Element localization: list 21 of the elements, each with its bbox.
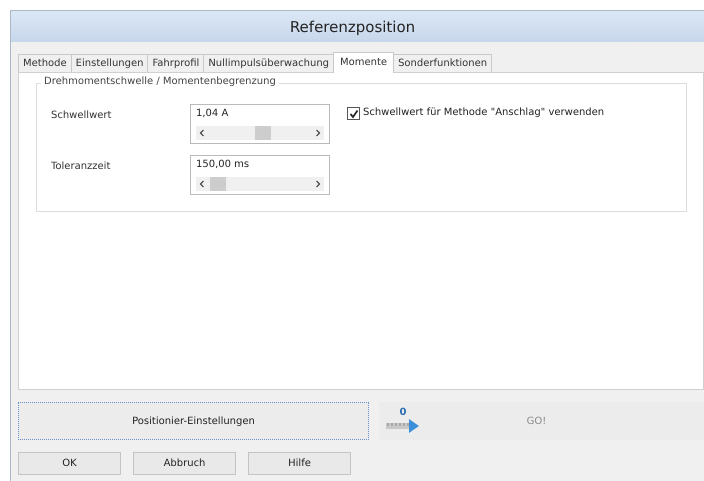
spin-field[interactable]: 150,00 ms [190,155,330,195]
speed-value: 0 [400,408,406,418]
positioning-button[interactable]: Positionier-Einstellungen [18,402,369,440]
scrollbar-thumb[interactable] [210,177,226,191]
group-title: Drehmomentschwelle / Momentenbegrenzung [41,76,279,87]
dialog-button[interactable]: Abbruch [133,452,236,475]
tab[interactable]: Sonderfunktionen [393,54,492,72]
dialog-button[interactable]: Hilfe [248,452,351,475]
spin-field[interactable]: 1,04 A [190,104,330,144]
field-label: Toleranzzeit [51,160,112,174]
window-title: Referenzposition [290,18,416,36]
checkbox[interactable] [347,107,360,120]
tab[interactable]: Methode [18,54,72,72]
dialog-button[interactable]: OK [18,452,121,475]
scrollbar[interactable] [196,126,324,140]
scrollbar[interactable] [196,177,324,191]
scrollbar-thumb[interactable] [254,126,271,140]
checkbox-label: Schwellwert für Methode "Anschlag" verwenden [363,107,604,118]
field-label: Schwellwert [51,109,112,123]
ruler-icon [386,418,420,434]
tab[interactable]: Momente [333,52,394,73]
